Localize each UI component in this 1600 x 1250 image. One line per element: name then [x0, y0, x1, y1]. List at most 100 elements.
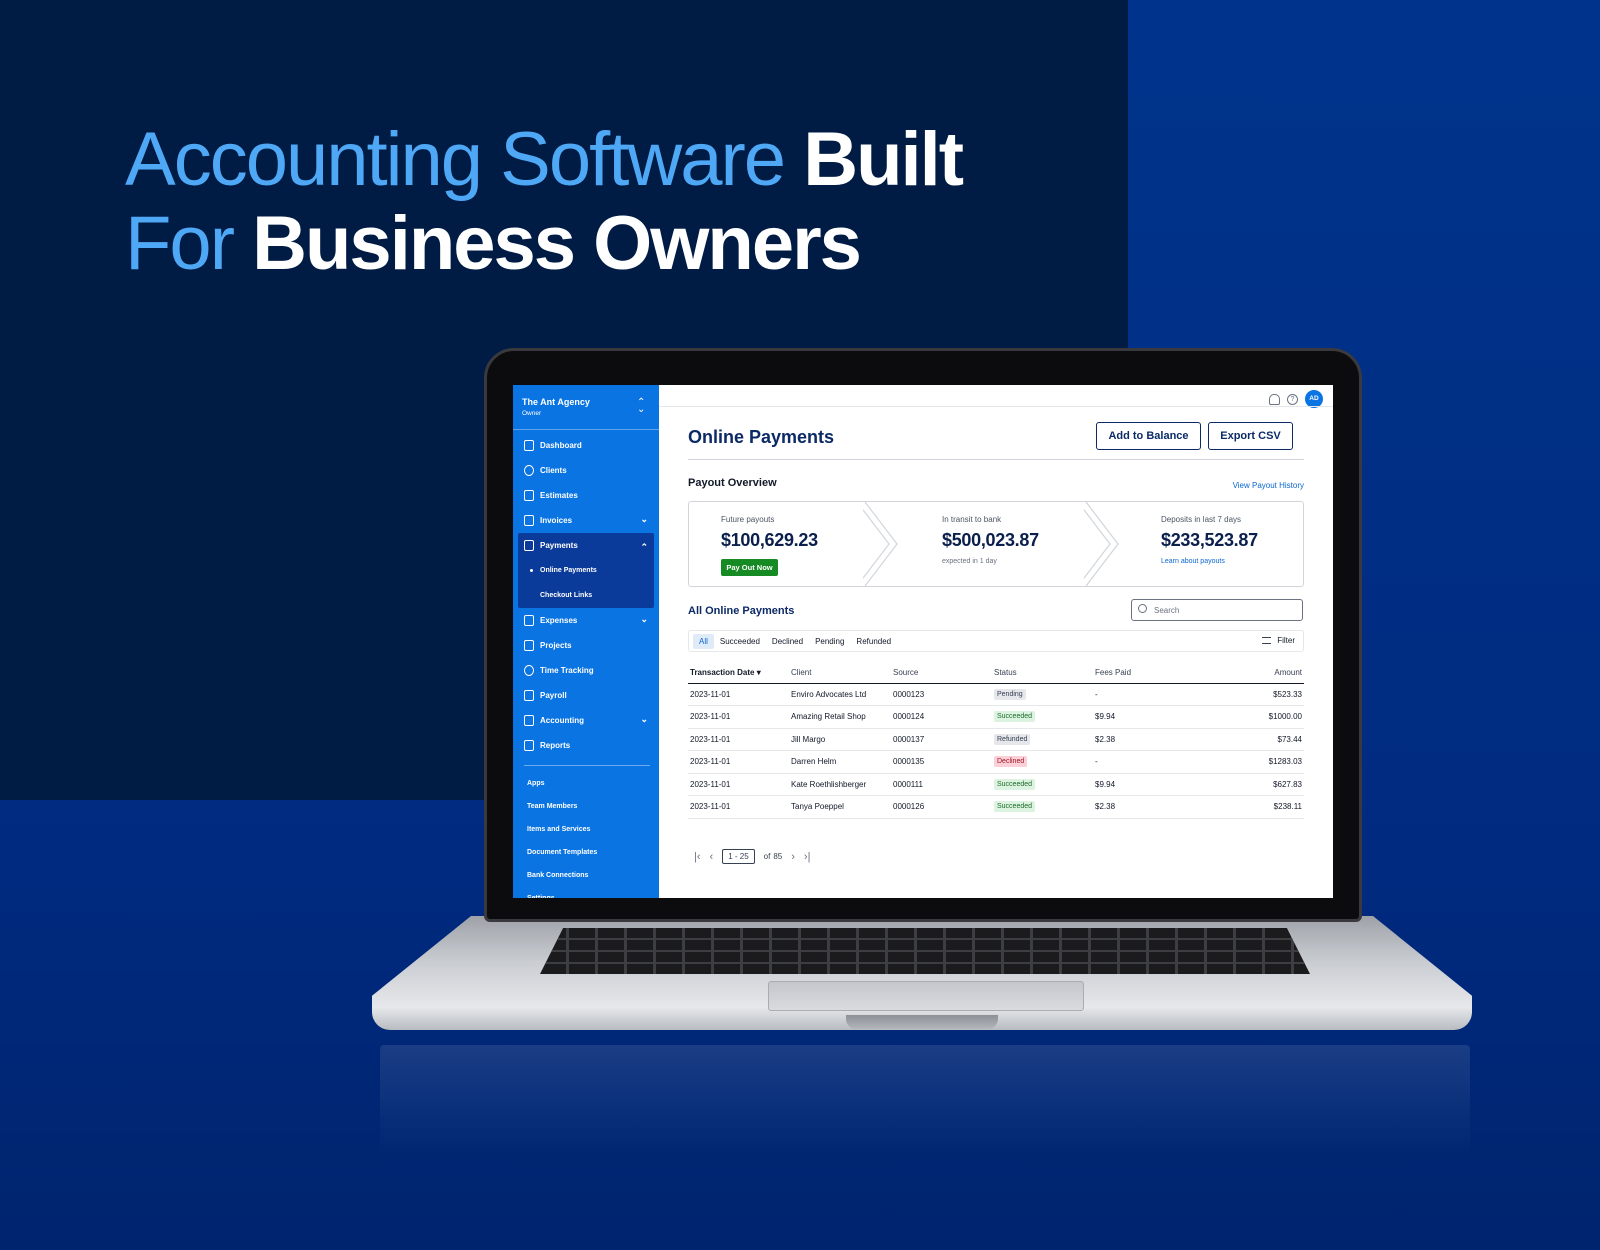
hero-line1-light: Accounting Software	[125, 117, 786, 202]
view-payout-history-link[interactable]: View Payout History	[1233, 481, 1304, 490]
status-badge: Refunded	[994, 733, 1031, 745]
tab-succeeded[interactable]: Succeeded	[714, 634, 766, 649]
active-dot-icon	[530, 569, 533, 572]
page-title: Online Payments	[688, 427, 835, 447]
sidebar-item-invoices[interactable]: Invoices ⌄	[518, 508, 654, 533]
table-row[interactable]: 2023-11-01 Amazing Retail Shop 0000124 S…	[688, 705, 1304, 729]
column-header-client[interactable]: Client	[789, 663, 891, 684]
expand-collapse-icon[interactable]: ⌃ ⌄	[637, 398, 645, 415]
cell-client: Amazing Retail Shop	[789, 705, 891, 729]
sidebar-item-expenses[interactable]: Expenses ⌄	[518, 608, 654, 633]
sidebar-item-accounting[interactable]: Accounting ⌄	[518, 708, 654, 733]
status-badge: Succeeded	[994, 778, 1036, 790]
sidebar-item-dashboard[interactable]: Dashboard	[518, 433, 654, 458]
learn-about-payouts-link[interactable]: Learn about payouts	[1161, 558, 1225, 565]
page-of-label: of	[763, 852, 771, 861]
chevron-down-icon[interactable]: ⌄	[640, 714, 648, 725]
cell-source: 0000111	[891, 773, 992, 796]
cell-amount: $1000.00	[1194, 705, 1304, 729]
calculator-icon	[524, 690, 534, 701]
cell-client: Jill Margo	[789, 728, 891, 751]
sidebar-subitem-label: Checkout Links	[540, 592, 593, 599]
column-header-transaction-date[interactable]: Transaction Date ▾	[688, 663, 789, 684]
next-page-icon[interactable]: ›	[791, 851, 795, 863]
cell-date: 2023-11-01	[688, 728, 789, 751]
filter-button[interactable]: Filter	[1262, 636, 1295, 645]
org-switcher[interactable]: The Ant Agency Owner	[522, 397, 590, 417]
sidebar-subitem-checkout-links[interactable]: Checkout Links	[518, 583, 654, 608]
status-tabs: All Succeeded Declined Pending Refunded …	[688, 630, 1304, 652]
sidebar-link-items-and-services[interactable]: Items and Services	[518, 818, 654, 841]
first-page-icon[interactable]: |‹	[694, 851, 701, 863]
sort-down-icon[interactable]: ▾	[757, 668, 761, 677]
sidebar-nav: Dashboard Clients Estimates Invoices ⌄ Pa…	[518, 433, 654, 898]
column-header-amount[interactable]: Amount	[1194, 663, 1304, 684]
export-csv-button[interactable]: Export CSV	[1208, 422, 1293, 450]
sidebar-item-time-tracking[interactable]: Time Tracking	[518, 658, 654, 683]
column-header-status[interactable]: Status	[992, 663, 1093, 684]
sidebar-item-label: Clients	[540, 466, 567, 475]
sidebar-subitem-online-payments[interactable]: Online Payments	[518, 558, 654, 583]
table-row[interactable]: 2023-11-01 Darren Helm 0000135 Declined …	[688, 750, 1304, 774]
chart-icon	[524, 440, 534, 451]
payments-group: Payments ⌃ Online Payments Checkout Links	[518, 533, 654, 608]
table-row[interactable]: 2023-11-01 Kate Roethlishberger 0000111 …	[688, 773, 1304, 796]
column-header-fees-paid[interactable]: Fees Paid	[1093, 663, 1194, 684]
sidebar-link-document-templates[interactable]: Document Templates	[518, 841, 654, 864]
kpi-sub-in-transit: expected in 1 day	[942, 558, 997, 565]
bell-icon[interactable]	[1269, 393, 1280, 405]
users-icon	[524, 465, 534, 476]
table-row[interactable]: 2023-11-01 Enviro Advocates Ltd 0000123 …	[688, 683, 1304, 706]
column-header-source[interactable]: Source	[891, 663, 992, 684]
sidebar-item-label: Payments	[540, 541, 578, 550]
add-to-balance-button[interactable]: Add to Balance	[1096, 422, 1201, 450]
cell-date: 2023-11-01	[688, 795, 789, 819]
table-row[interactable]: 2023-11-01 Tanya Poeppel 0000126 Succeed…	[688, 795, 1304, 819]
title-divider	[688, 459, 1304, 460]
search-icon	[1138, 604, 1147, 613]
sidebar-item-clients[interactable]: Clients	[518, 458, 654, 483]
search-input[interactable]: Search	[1131, 599, 1303, 621]
page-range-input[interactable]: 1 - 25	[722, 849, 755, 864]
status-badge: Pending	[994, 688, 1026, 700]
hero-line2-light: For	[125, 201, 235, 286]
cell-source: 0000124	[891, 705, 992, 729]
clock-icon	[524, 665, 534, 676]
hero-headline: Accounting Software Built For Business O…	[125, 118, 1025, 286]
invoice-icon	[524, 515, 534, 526]
all-online-payments-title: All Online Payments	[688, 605, 795, 617]
cell-client: Enviro Advocates Ltd	[789, 683, 891, 706]
sidebar-item-payments[interactable]: Payments ⌃	[518, 533, 654, 558]
sidebar-item-payroll[interactable]: Payroll	[518, 683, 654, 708]
tab-all[interactable]: All	[693, 633, 714, 649]
sidebar-item-reports[interactable]: Reports	[518, 733, 654, 758]
cell-client: Kate Roethlishberger	[789, 773, 891, 796]
tab-declined[interactable]: Declined	[766, 634, 809, 649]
sidebar-item-projects[interactable]: Projects	[518, 633, 654, 658]
tab-refunded[interactable]: Refunded	[850, 634, 897, 649]
sidebar-item-label: Time Tracking	[540, 666, 594, 675]
cell-date: 2023-11-01	[688, 683, 789, 706]
kpi-label-future-payouts: Future payouts	[721, 515, 775, 524]
chevron-down-icon[interactable]: ⌄	[640, 514, 648, 525]
chevron-separator-icon	[1084, 502, 1119, 586]
sidebar-link-team-members[interactable]: Team Members	[518, 795, 654, 818]
help-icon[interactable]: ?	[1287, 393, 1298, 405]
sidebar-link-bank-connections[interactable]: Bank Connections	[518, 864, 654, 887]
previous-page-icon[interactable]: ‹	[710, 851, 714, 863]
cell-source: 0000137	[891, 728, 992, 751]
cell-fees: $2.38	[1093, 728, 1194, 751]
last-page-icon[interactable]: ›|	[804, 851, 811, 863]
tab-pending[interactable]: Pending	[809, 634, 850, 649]
chevron-up-icon[interactable]: ⌃	[640, 542, 648, 553]
chevron-down-icon[interactable]: ⌄	[640, 614, 648, 625]
sidebar-item-estimates[interactable]: Estimates	[518, 483, 654, 508]
pay-out-now-button[interactable]: Pay Out Now	[721, 559, 778, 576]
sidebar-link-apps[interactable]: Apps	[518, 772, 654, 795]
table-row[interactable]: 2023-11-01 Jill Margo 0000137 Refunded $…	[688, 728, 1304, 751]
status-badge: Declined	[994, 756, 1028, 768]
cell-status: Refunded	[992, 728, 1093, 751]
org-name: The Ant Agency	[522, 397, 590, 407]
sidebar-divider	[524, 765, 650, 766]
sidebar-link-settings[interactable]: Settings	[518, 887, 654, 898]
